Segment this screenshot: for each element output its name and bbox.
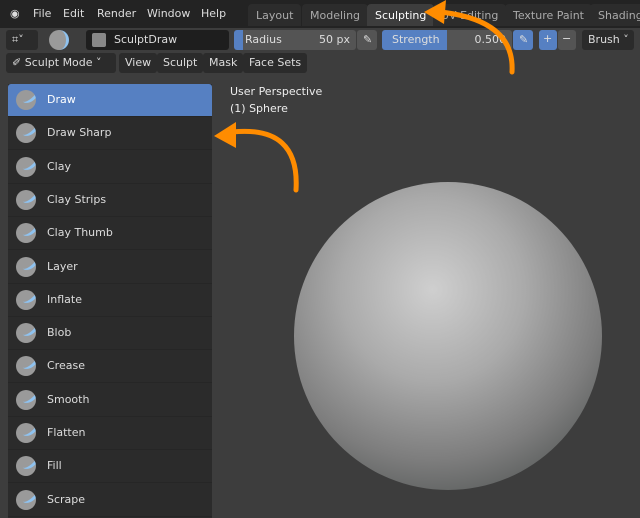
arrow-to-brush-list	[229, 128, 299, 193]
arrow-to-sculpting-tab	[437, 9, 515, 75]
arrowhead-tab	[424, 0, 446, 24]
arrowhead-list	[214, 122, 236, 148]
annotation-arrows	[214, 0, 515, 193]
